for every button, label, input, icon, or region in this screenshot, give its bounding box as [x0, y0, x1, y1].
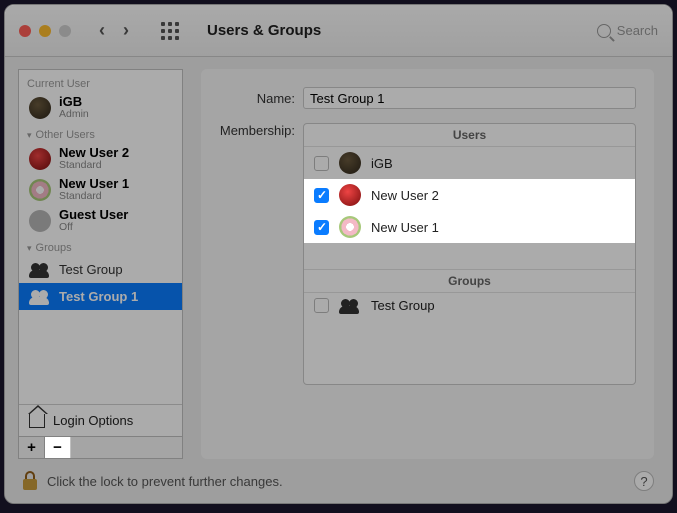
avatar	[339, 184, 361, 206]
back-button[interactable]: ‹	[99, 20, 105, 41]
membership-users-header: Users	[304, 124, 635, 147]
forward-button[interactable]: ›	[123, 20, 129, 41]
membership-group-testgroup[interactable]: Test Group	[304, 293, 635, 318]
avatar	[29, 97, 51, 119]
minimize-window-button[interactable]	[39, 25, 51, 37]
section-other-users[interactable]: ▾ Other Users	[19, 123, 182, 143]
membership-user-newuser2[interactable]: New User 2	[304, 179, 635, 211]
window-controls	[19, 25, 71, 37]
footer: Click the lock to prevent further change…	[5, 459, 672, 503]
content-area: Current User iGB Admin ▾ Other Users	[5, 57, 672, 459]
avatar	[29, 210, 51, 232]
name-label: Name:	[213, 91, 295, 106]
show-all-prefs-button[interactable]	[161, 22, 179, 40]
titlebar: ‹ › Users & Groups Search	[5, 5, 672, 57]
search-icon	[597, 24, 611, 38]
chevron-down-icon: ▾	[27, 243, 32, 254]
group-name-input[interactable]	[303, 87, 636, 109]
membership-row: Membership: Users iGB New User 2	[213, 123, 636, 385]
close-window-button[interactable]	[19, 25, 31, 37]
remove-button[interactable]: −	[45, 437, 71, 458]
window-title: Users & Groups	[207, 22, 321, 39]
group-icon	[29, 290, 51, 304]
search-placeholder: Search	[617, 23, 658, 38]
zoom-window-button[interactable]	[59, 25, 71, 37]
chevron-down-icon: ▾	[27, 130, 32, 141]
membership-list: Users iGB New User 2 New User	[303, 123, 636, 385]
sidebar-user-igb[interactable]: iGB Admin	[19, 92, 182, 123]
membership-checkbox[interactable]	[314, 298, 329, 313]
sidebar-group-testgroup1[interactable]: Test Group 1	[19, 283, 182, 310]
group-icon	[29, 263, 51, 277]
membership-checkbox[interactable]	[314, 188, 329, 203]
nav-arrows: ‹ ›	[99, 20, 129, 41]
section-groups[interactable]: ▾ Groups	[19, 236, 182, 256]
sidebar-user-newuser1[interactable]: New User 1 Standard	[19, 174, 182, 205]
detail-panel: Name: Membership: Users iGB New User 2	[201, 69, 654, 459]
sidebar-user-guest[interactable]: Guest User Off	[19, 205, 182, 236]
lock-icon[interactable]	[23, 472, 37, 490]
membership-checkbox[interactable]	[314, 156, 329, 171]
avatar	[29, 179, 51, 201]
add-button[interactable]: +	[19, 437, 45, 458]
avatar	[339, 216, 361, 238]
lock-text: Click the lock to prevent further change…	[47, 474, 283, 489]
users-sidebar: Current User iGB Admin ▾ Other Users	[18, 69, 183, 459]
search-field[interactable]: Search	[597, 23, 658, 38]
membership-user-newuser1[interactable]: New User 1	[304, 211, 635, 243]
sidebar-group-testgroup[interactable]: Test Group	[19, 256, 182, 283]
home-icon	[29, 414, 45, 428]
preferences-window: ‹ › Users & Groups Search Current User i…	[4, 4, 673, 504]
name-row: Name:	[213, 87, 636, 109]
add-remove-bar: + −	[19, 436, 182, 458]
avatar	[339, 152, 361, 174]
sidebar-user-newuser2[interactable]: New User 2 Standard	[19, 143, 182, 174]
avatar	[29, 148, 51, 170]
section-current-user: Current User	[19, 70, 182, 92]
membership-label: Membership:	[213, 123, 295, 138]
login-options-button[interactable]: Login Options	[19, 405, 182, 436]
group-icon	[339, 299, 361, 313]
help-button[interactable]: ?	[634, 471, 654, 491]
membership-checkbox[interactable]	[314, 220, 329, 235]
membership-groups-header: Groups	[304, 269, 635, 293]
membership-user-igb[interactable]: iGB	[304, 147, 635, 179]
